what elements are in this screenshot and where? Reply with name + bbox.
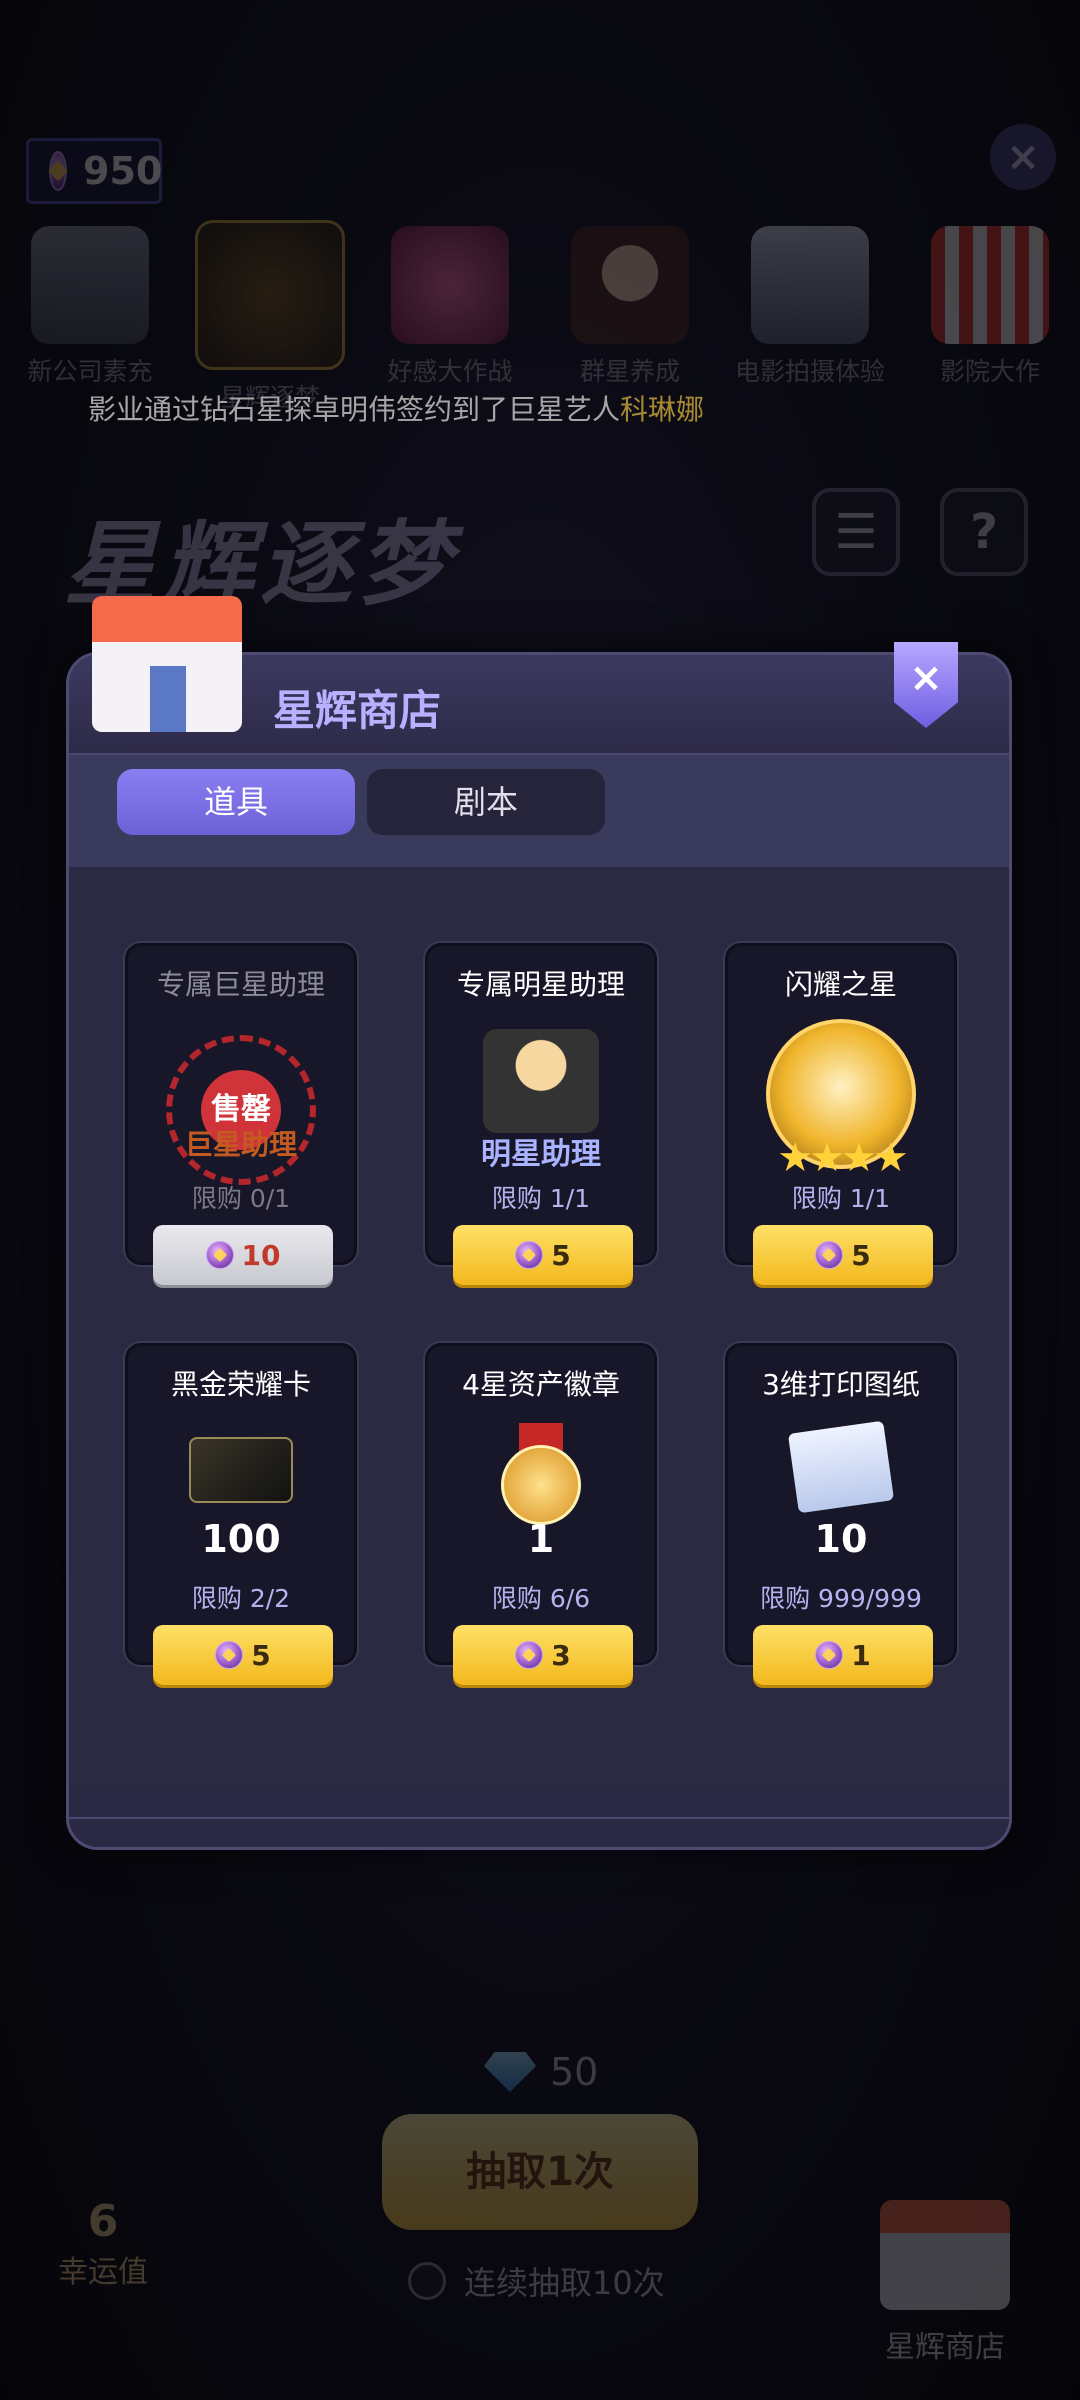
star-coin-icon [515,1641,544,1669]
buy-button[interactable]: 5 [153,1625,333,1685]
shop-item-card: 闪耀之星 ★★★★ 限购 1/1 5 [723,941,959,1285]
item-price: 1 [851,1638,871,1672]
item-price: 10 [241,1238,281,1272]
buy-button-disabled: 10 [153,1225,333,1285]
buy-button[interactable]: 5 [753,1225,933,1285]
shop-item-card: 3维打印图纸 10 限购 999/999 1 [723,1341,959,1685]
star-coin-icon [515,1241,544,1269]
item-price: 5 [851,1238,871,1272]
item-image-label: 巨星助理 [184,1128,297,1161]
modal-title: 星辉商店 [273,686,442,735]
item-limit: 限购 1/1 [791,1184,891,1213]
shop-building-icon [82,596,250,742]
blueprint-icon [787,1420,895,1514]
shop-item-card: 专属巨星助理 售罄 巨星助理 限购 0/1 10 [123,941,359,1285]
star-coin-icon [215,1641,244,1669]
buy-button[interactable]: 1 [753,1625,933,1685]
tab-items[interactable]: 道具 [117,769,355,835]
shop-modal: 星辉商店 道具 剧本 专属巨星助理 售罄 巨星助理 限购 0/1 10 专属明星… [66,652,1012,1850]
item-title: 4星资产徽章 [462,1368,620,1401]
item-limit: 限购 6/6 [491,1584,591,1613]
item-limit: 限购 999/999 [760,1584,922,1613]
shop-item-card: 黑金荣耀卡 100 限购 2/2 5 [123,1341,359,1685]
star-coin-icon [205,1241,234,1269]
item-limit: 限购 1/1 [491,1184,591,1213]
shop-item-card: 专属明星助理 明星助理 限购 1/1 5 [423,941,659,1285]
item-title: 专属巨星助理 [156,968,325,1001]
item-limit: 限购 2/2 [191,1584,291,1613]
star-coin-icon [815,1241,844,1269]
item-price: 5 [551,1238,571,1272]
tab-scripts[interactable]: 剧本 [367,769,605,835]
item-price: 5 [251,1638,271,1672]
black-gold-card-icon [189,1437,293,1503]
assistant-portrait-icon [483,1029,599,1133]
item-title: 专属明星助理 [456,968,625,1001]
item-grid: 专属巨星助理 售罄 巨星助理 限购 0/1 10 专属明星助理 明星助理 限购 … [69,867,1009,1787]
item-quantity: 100 [201,1517,281,1561]
medal-icon [501,1423,581,1525]
item-price: 3 [551,1638,571,1672]
tab-bar: 道具 剧本 [69,755,1009,867]
item-title: 3维打印图纸 [762,1368,920,1401]
item-title: 黑金荣耀卡 [170,1368,311,1401]
buy-button[interactable]: 3 [453,1625,633,1685]
modal-footer-divider [69,1817,1009,1819]
item-quantity: 10 [814,1517,868,1561]
buy-button[interactable]: 5 [453,1225,633,1285]
item-limit: 限购 0/1 [191,1184,291,1213]
star-coin-icon [815,1641,844,1669]
item-title: 闪耀之星 [784,968,897,1001]
star-rating: ★★★★ [777,1135,908,1181]
item-quantity: 1 [527,1517,555,1561]
item-image-label: 明星助理 [481,1137,601,1172]
shop-item-card: 4星资产徽章 1 限购 6/6 3 [423,1341,659,1685]
